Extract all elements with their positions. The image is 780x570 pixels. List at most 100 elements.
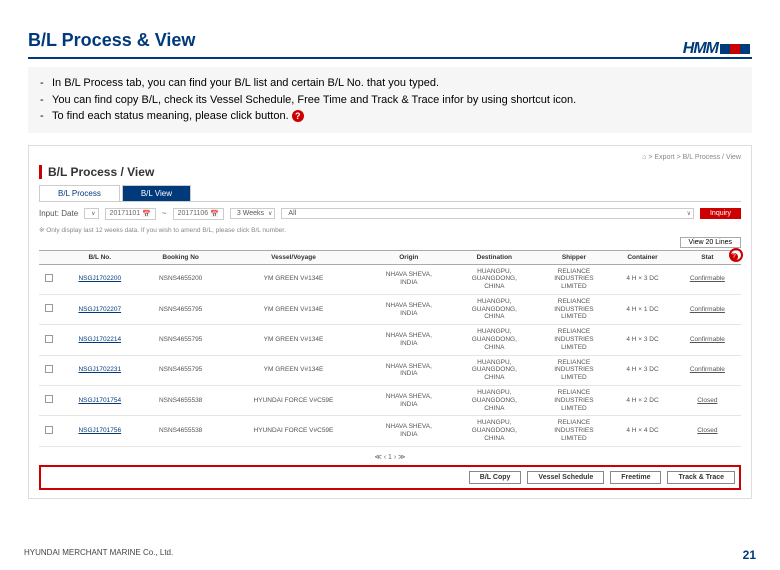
shipper: RELIANCEINDUSTRIESLIMITED <box>537 294 612 324</box>
dash-icon: - <box>40 92 52 109</box>
footer-company: HYUNDAI MERCHANT MARINE Co., Ltd. <box>24 548 173 562</box>
status: Confirmable <box>674 294 741 324</box>
dash-icon: - <box>40 75 52 92</box>
bl-no[interactable]: NSGJ1702207 <box>60 294 140 324</box>
shipper: RELIANCEINDUSTRIESLIMITED <box>537 355 612 385</box>
origin: NHAVA SHEVA,INDIA <box>366 325 452 355</box>
destination: HUANGPU,GUANGDONG,CHINA <box>452 416 537 446</box>
vessel-voyage: YM GREEN V#134E <box>221 294 365 324</box>
booking-no: NSNS4655795 <box>140 355 222 385</box>
tab-bl-view[interactable]: B/L View <box>122 185 191 201</box>
table-row: NSGJ1702231NSNS4655795YM GREEN V#134ENHA… <box>39 355 741 385</box>
bottom-button-bar: B/L Copy Vessel Schedule Freetime Track & T… <box>39 465 741 490</box>
col-header: Origin <box>366 250 452 264</box>
filter-label: Input: Date <box>39 209 78 218</box>
page-number: 21 <box>743 548 756 562</box>
destination: HUANGPU,GUANGDONG,CHINA <box>452 325 537 355</box>
table-row: NSGJ1701754NSNS4655538HYUNDAI FORCE V#C5… <box>39 386 741 416</box>
dash-icon: - <box>40 108 52 125</box>
container: 4 H × 3 DC <box>611 355 674 385</box>
bl-no[interactable]: NSGJ1702214 <box>60 325 140 355</box>
page-title: B/L Process & View <box>28 30 780 51</box>
question-icon: ? <box>292 110 304 122</box>
hmm-logo: HMM <box>683 40 750 58</box>
status: Closed <box>674 416 741 446</box>
description-box: -In B/L Process tab, you can find your B… <box>28 67 752 133</box>
bl-no[interactable]: NSGJ1702231 <box>60 355 140 385</box>
all-select[interactable]: All∨ <box>281 208 694 219</box>
col-header <box>39 250 60 264</box>
origin: NHAVA SHEVA,INDIA <box>366 264 452 294</box>
row-checkbox[interactable] <box>45 274 53 282</box>
breadcrumb: ⌂ > Export > B/L Process / View <box>39 154 741 161</box>
shipper: RELIANCEINDUSTRIESLIMITED <box>537 386 612 416</box>
origin: NHAVA SHEVA,INDIA <box>366 416 452 446</box>
shipper: RELIANCEINDUSTRIESLIMITED <box>537 416 612 446</box>
date-to-input[interactable]: 20171106 📅 <box>173 208 224 220</box>
vessel-voyage: HYUNDAI FORCE V#C59E <box>221 386 365 416</box>
weeks-select[interactable]: 3 Weeks∨ <box>230 208 276 219</box>
col-header: Booking No <box>140 250 222 264</box>
table-row: NSGJ1701756NSNS4655538HYUNDAI FORCE V#C5… <box>39 416 741 446</box>
col-header: Destination <box>452 250 537 264</box>
vessel-voyage: YM GREEN V#134E <box>221 325 365 355</box>
vessel-voyage: YM GREEN V#134E <box>221 264 365 294</box>
booking-no: NSNS4655538 <box>140 416 222 446</box>
container: 4 H × 3 DC <box>611 325 674 355</box>
shipper: RELIANCEINDUSTRIESLIMITED <box>537 325 612 355</box>
vessel-voyage: YM GREEN V#134E <box>221 355 365 385</box>
bl-no[interactable]: NSGJ1701754 <box>60 386 140 416</box>
vessel-schedule-button[interactable]: Vessel Schedule <box>527 471 604 484</box>
title-underline <box>28 57 752 59</box>
origin: NHAVA SHEVA,INDIA <box>366 355 452 385</box>
col-header: Vessel/Voyage <box>221 250 365 264</box>
row-checkbox[interactable] <box>45 335 53 343</box>
view-lines-button[interactable]: View 20 Lines <box>680 237 741 248</box>
table-row: NSGJ1702200NSNS4655200YM GREEN V#134ENHA… <box>39 264 741 294</box>
shipper: RELIANCEINDUSTRIESLIMITED <box>537 264 612 294</box>
date-from-input[interactable]: 20171101 📅 <box>105 208 156 220</box>
b-l-copy-button[interactable]: B/L Copy <box>469 471 522 484</box>
filter-row: Input: Date ∨ 20171101 📅 ~ 20171106 📅 3 … <box>39 208 741 220</box>
container: 4 H × 3 DC <box>611 264 674 294</box>
tab-bl-process[interactable]: B/L Process <box>39 185 120 201</box>
destination: HUANGPU,GUANGDONG,CHINA <box>452 355 537 385</box>
col-header: B/L No. <box>60 250 140 264</box>
pagination[interactable]: ≪ ‹ 1 › ≫ <box>39 453 741 461</box>
row-checkbox[interactable] <box>45 365 53 373</box>
filter-type-select[interactable]: ∨ <box>84 208 98 219</box>
status: Confirmable <box>674 355 741 385</box>
col-header: Container <box>611 250 674 264</box>
status: Confirmable <box>674 325 741 355</box>
bl-table: B/L No.Booking NoVessel/VoyageOriginDest… <box>39 250 741 447</box>
table-note: ※ Only display last 12 weeks data. If yo… <box>39 226 741 234</box>
col-header: Shipper <box>537 250 612 264</box>
bl-no[interactable]: NSGJ1701756 <box>60 416 140 446</box>
track-trace-button[interactable]: Track & Trace <box>667 471 735 484</box>
tilde: ~ <box>162 209 167 218</box>
freetime-button[interactable]: Freetime <box>610 471 661 484</box>
question-icon[interactable]: ? <box>730 253 738 261</box>
row-checkbox[interactable] <box>45 426 53 434</box>
destination: HUANGPU,GUANGDONG,CHINA <box>452 264 537 294</box>
status: Closed <box>674 386 741 416</box>
origin: NHAVA SHEVA,INDIA <box>366 386 452 416</box>
bullet-3: To find each status meaning, please clic… <box>52 108 304 125</box>
panel-title: B/L Process / View <box>39 165 741 179</box>
status: Confirmable <box>674 264 741 294</box>
container: 4 H × 4 DC <box>611 416 674 446</box>
origin: NHAVA SHEVA,INDIA <box>366 294 452 324</box>
row-checkbox[interactable] <box>45 395 53 403</box>
vessel-voyage: HYUNDAI FORCE V#C59E <box>221 416 365 446</box>
row-checkbox[interactable] <box>45 304 53 312</box>
booking-no: NSNS4655538 <box>140 386 222 416</box>
bullet-1: In B/L Process tab, you can find your B/… <box>52 75 439 92</box>
bl-no[interactable]: NSGJ1702200 <box>60 264 140 294</box>
inquiry-button[interactable]: Inquiry <box>700 208 741 219</box>
screenshot-panel: ⌂ > Export > B/L Process / View B/L Proc… <box>28 145 752 499</box>
container: 4 H × 2 DC <box>611 386 674 416</box>
container: 4 H × 1 DC <box>611 294 674 324</box>
tab-bar: B/L Process B/L View <box>39 185 741 202</box>
booking-no: NSNS4655795 <box>140 294 222 324</box>
bullet-2: You can find copy B/L, check its Vessel … <box>52 92 576 109</box>
